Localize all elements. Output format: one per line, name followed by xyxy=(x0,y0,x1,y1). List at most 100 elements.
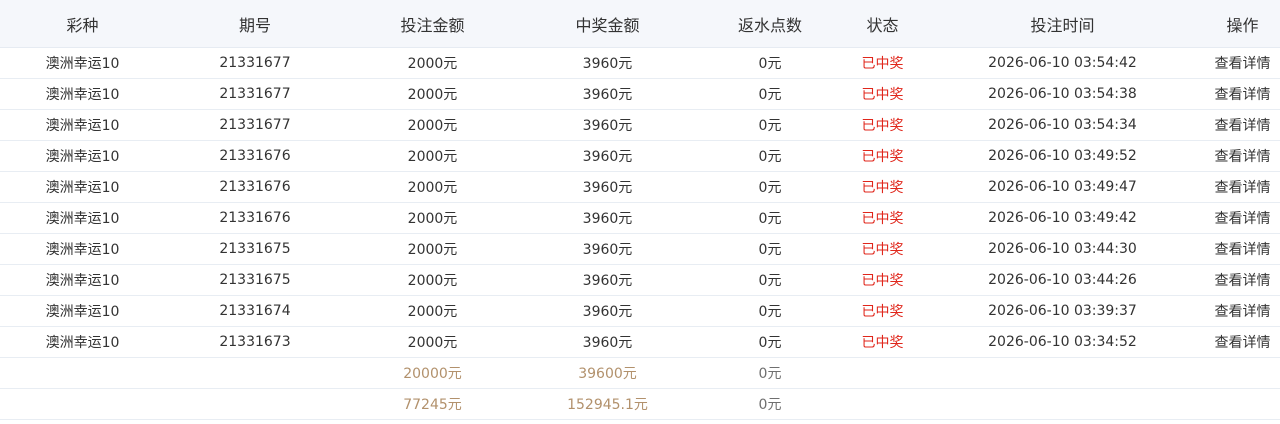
period-number: 21331673 xyxy=(219,334,291,350)
header-action: 操作 xyxy=(1226,15,1259,35)
period-number: 21331677 xyxy=(219,117,291,133)
bet-amount: 2000元 xyxy=(407,242,458,258)
bet-amount: 2000元 xyxy=(407,335,458,351)
win-amount: 3960元 xyxy=(582,211,633,227)
view-details-link[interactable]: 查看详情 xyxy=(1205,208,1280,228)
lottery-name: 澳洲幸运10 xyxy=(45,87,120,103)
view-details-link[interactable]: 查看详情 xyxy=(1205,332,1280,352)
status-won: 已中奖 xyxy=(861,87,904,103)
status-won: 已中奖 xyxy=(861,118,904,134)
period-number: 21331675 xyxy=(219,241,291,257)
lottery-name: 澳洲幸运10 xyxy=(45,211,120,227)
bet-amount: 2000元 xyxy=(407,118,458,134)
header-status: 状态 xyxy=(866,15,899,35)
table-row: 澳洲幸运10 21331674 2000元 3960元 0元 已中奖 2026-… xyxy=(0,296,1280,327)
grand-total-row: 77245元 152945.1元 0元 xyxy=(0,389,1280,420)
table-row: 澳洲幸运10 21331677 2000元 3960元 0元 已中奖 2026-… xyxy=(0,48,1280,79)
view-details-link[interactable]: 查看详情 xyxy=(1205,115,1280,135)
bet-time: 2026-06-10 03:54:42 xyxy=(988,55,1137,71)
lottery-name: 澳洲幸运10 xyxy=(45,242,120,258)
subtotal-rebate: 0元 xyxy=(758,366,782,382)
bet-time: 2026-06-10 03:44:26 xyxy=(988,272,1137,288)
win-amount: 3960元 xyxy=(582,273,633,289)
rebate-amount: 0元 xyxy=(758,87,782,103)
total-rebate: 0元 xyxy=(758,397,782,413)
win-amount: 3960元 xyxy=(582,335,633,351)
view-details-link[interactable]: 查看详情 xyxy=(1205,84,1280,104)
lottery-name: 澳洲幸运10 xyxy=(45,180,120,196)
win-amount: 3960元 xyxy=(582,180,633,196)
rebate-amount: 0元 xyxy=(758,149,782,165)
rebate-amount: 0元 xyxy=(758,273,782,289)
bet-amount: 2000元 xyxy=(407,56,458,72)
bet-time: 2026-06-10 03:54:34 xyxy=(988,117,1137,133)
rebate-amount: 0元 xyxy=(758,211,782,227)
total-bet-amount: 77245元 xyxy=(403,397,462,413)
status-won: 已中奖 xyxy=(861,56,904,72)
bet-amount: 2000元 xyxy=(407,87,458,103)
status-won: 已中奖 xyxy=(861,242,904,258)
table-row: 澳洲幸运10 21331673 2000元 3960元 0元 已中奖 2026-… xyxy=(0,327,1280,358)
header-bet-time: 投注时间 xyxy=(1030,15,1095,35)
rebate-amount: 0元 xyxy=(758,304,782,320)
header-period: 期号 xyxy=(238,15,271,35)
period-number: 21331676 xyxy=(219,179,291,195)
rebate-amount: 0元 xyxy=(758,56,782,72)
bet-amount: 2000元 xyxy=(407,180,458,196)
page-subtotal-row: 20000元 39600元 0元 xyxy=(0,358,1280,389)
status-won: 已中奖 xyxy=(861,335,904,351)
rebate-amount: 0元 xyxy=(758,242,782,258)
win-amount: 3960元 xyxy=(582,242,633,258)
bet-time: 2026-06-10 03:49:42 xyxy=(988,210,1137,226)
bet-time: 2026-06-10 03:44:30 xyxy=(988,241,1137,257)
bet-amount: 2000元 xyxy=(407,149,458,165)
total-win-amount: 152945.1元 xyxy=(567,397,648,413)
win-amount: 3960元 xyxy=(582,304,633,320)
table-row: 澳洲幸运10 21331676 2000元 3960元 0元 已中奖 2026-… xyxy=(0,172,1280,203)
win-amount: 3960元 xyxy=(582,56,633,72)
table-row: 澳洲幸运10 21331677 2000元 3960元 0元 已中奖 2026-… xyxy=(0,110,1280,141)
view-details-link[interactable]: 查看详情 xyxy=(1205,177,1280,197)
lottery-name: 澳洲幸运10 xyxy=(45,149,120,165)
period-number: 21331677 xyxy=(219,86,291,102)
status-won: 已中奖 xyxy=(861,180,904,196)
lottery-name: 澳洲幸运10 xyxy=(45,56,120,72)
period-number: 21331676 xyxy=(219,148,291,164)
period-number: 21331677 xyxy=(219,55,291,71)
header-bet-amount: 投注金额 xyxy=(400,15,465,35)
win-amount: 3960元 xyxy=(582,149,633,165)
bet-time: 2026-06-10 03:49:52 xyxy=(988,148,1137,164)
bet-history-table: 彩种 期号 投注金额 中奖金额 返水点数 状态 投注时间 操作 澳洲幸运10 2… xyxy=(0,0,1280,420)
table-row: 澳洲幸运10 21331675 2000元 3960元 0元 已中奖 2026-… xyxy=(0,265,1280,296)
header-rebate: 返水点数 xyxy=(737,15,802,35)
subtotal-bet-amount: 20000元 xyxy=(403,366,462,382)
period-number: 21331676 xyxy=(219,210,291,226)
rebate-amount: 0元 xyxy=(758,180,782,196)
lottery-name: 澳洲幸运10 xyxy=(45,118,120,134)
rebate-amount: 0元 xyxy=(758,335,782,351)
status-won: 已中奖 xyxy=(861,273,904,289)
bet-time: 2026-06-10 03:49:47 xyxy=(988,179,1137,195)
bet-time: 2026-06-10 03:54:38 xyxy=(988,86,1137,102)
view-details-link[interactable]: 查看详情 xyxy=(1205,53,1280,73)
bet-amount: 2000元 xyxy=(407,273,458,289)
period-number: 21331674 xyxy=(219,303,291,319)
subtotal-win-amount: 39600元 xyxy=(578,366,637,382)
lottery-name: 澳洲幸运10 xyxy=(45,273,120,289)
view-details-link[interactable]: 查看详情 xyxy=(1205,301,1280,321)
header-win-amount: 中奖金额 xyxy=(575,15,640,35)
status-won: 已中奖 xyxy=(861,304,904,320)
status-won: 已中奖 xyxy=(861,211,904,227)
bet-time: 2026-06-10 03:39:37 xyxy=(988,303,1137,319)
lottery-name: 澳洲幸运10 xyxy=(45,304,120,320)
view-details-link[interactable]: 查看详情 xyxy=(1205,146,1280,166)
header-lottery: 彩种 xyxy=(66,15,99,35)
view-details-link[interactable]: 查看详情 xyxy=(1205,270,1280,290)
win-amount: 3960元 xyxy=(582,87,633,103)
table-row: 澳洲幸运10 21331676 2000元 3960元 0元 已中奖 2026-… xyxy=(0,203,1280,234)
view-details-link[interactable]: 查看详情 xyxy=(1205,239,1280,259)
table-header: 彩种 期号 投注金额 中奖金额 返水点数 状态 投注时间 操作 xyxy=(0,0,1280,48)
table-row: 澳洲幸运10 21331676 2000元 3960元 0元 已中奖 2026-… xyxy=(0,141,1280,172)
status-won: 已中奖 xyxy=(861,149,904,165)
lottery-name: 澳洲幸运10 xyxy=(45,335,120,351)
